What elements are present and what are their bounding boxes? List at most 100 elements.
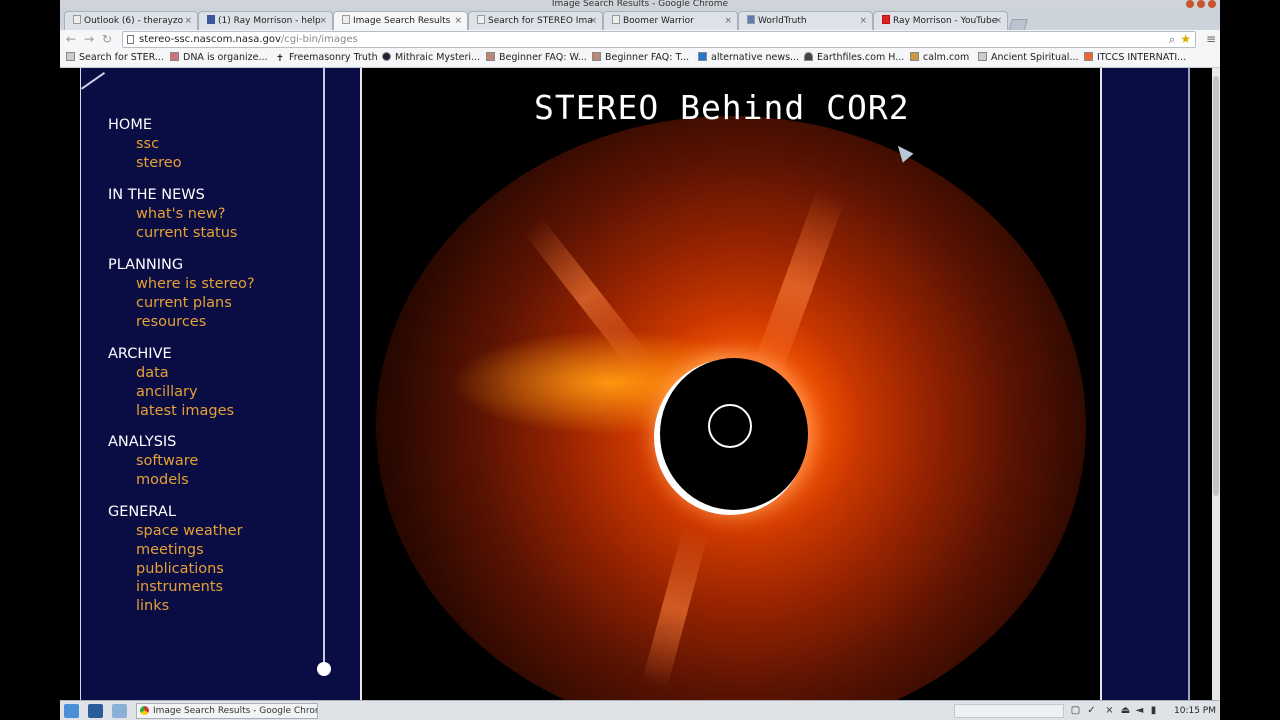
nav-heading-home[interactable]: HOME bbox=[108, 116, 182, 135]
taskbar-task-label: Image Search Results - Google Chrome bbox=[153, 706, 318, 716]
search-icon[interactable]: ⌕ bbox=[1169, 32, 1175, 47]
taskbar-chrome-window[interactable]: Image Search Results - Google Chrome bbox=[136, 703, 318, 719]
eject-icon[interactable]: ⏏ bbox=[1120, 705, 1131, 716]
bookmark-item[interactable]: Mithraic Mysteri... bbox=[382, 49, 480, 67]
tab-youtube[interactable]: Ray Morrison - YouTube × bbox=[873, 11, 1008, 30]
nav-link-links[interactable]: links bbox=[108, 597, 243, 616]
nav-link-where-is-stereo[interactable]: where is stereo? bbox=[108, 275, 255, 294]
tab-label: Image Search Results bbox=[353, 16, 451, 26]
nav-link-software[interactable]: software bbox=[108, 452, 198, 471]
scrollbar-thumb[interactable] bbox=[1213, 76, 1219, 496]
document-icon[interactable]: ▢ bbox=[1070, 705, 1081, 716]
tab-boomer-warrior[interactable]: Boomer Warrior × bbox=[603, 11, 738, 30]
tab-worldtruth[interactable]: WorldTruth × bbox=[738, 11, 873, 30]
start-menu-icon[interactable] bbox=[64, 704, 79, 718]
volume-icon[interactable]: ◄ bbox=[1134, 705, 1145, 716]
tab-search-stereo[interactable]: Search for STEREO Ima × bbox=[468, 11, 603, 30]
nav-section-home: HOME ssc stereo bbox=[108, 116, 182, 173]
bookmark-item[interactable]: Ancient Spiritual... bbox=[978, 49, 1079, 67]
outlook-favicon-icon bbox=[73, 15, 81, 24]
worldtruth-favicon-icon bbox=[747, 15, 755, 24]
nav-heading-archive: ARCHIVE bbox=[108, 346, 172, 362]
bookmark-item[interactable]: ITCCS INTERNATI... bbox=[1084, 49, 1186, 67]
nav-link-instruments[interactable]: instruments bbox=[108, 578, 243, 597]
tab-label: Ray Morrison - YouTube bbox=[893, 16, 998, 26]
nav-link-whats-new[interactable]: what's new? bbox=[108, 205, 237, 224]
back-arrow-icon[interactable]: ← bbox=[64, 32, 78, 46]
close-tab-icon[interactable]: × bbox=[319, 12, 327, 30]
show-desktop-icon[interactable] bbox=[88, 704, 103, 718]
tab-outlook[interactable]: Outlook (6) - therayzo × bbox=[64, 11, 198, 30]
nav-link-resources[interactable]: resources bbox=[108, 313, 255, 332]
browser-toolbar: ← → ↻ stereo-ssc.nascom.nasa.gov/cgi-bin… bbox=[60, 30, 1220, 49]
reload-icon[interactable]: ↻ bbox=[100, 32, 114, 46]
checkmark-icon[interactable]: ✓ bbox=[1086, 705, 1097, 716]
bookmark-label: DNA is organize... bbox=[183, 52, 268, 63]
chrome-icon bbox=[140, 706, 149, 715]
decorative-corner bbox=[81, 71, 106, 90]
bookmark-item[interactable]: ✝ Freemasonry Truth bbox=[276, 49, 378, 67]
page-favicon-icon bbox=[612, 15, 620, 24]
nav-link-meetings[interactable]: meetings bbox=[108, 541, 243, 560]
nav-section-archive: ARCHIVE data ancillary latest images bbox=[108, 345, 234, 420]
bookmark-star-icon[interactable]: ★ bbox=[1180, 32, 1191, 47]
nav-link-current-plans[interactable]: current plans bbox=[108, 294, 255, 313]
bookmark-item[interactable]: Beginner FAQ: T... bbox=[592, 49, 689, 67]
file-manager-icon[interactable] bbox=[112, 704, 127, 718]
site-navigation: HOME ssc stereo IN THE NEWS what's new? … bbox=[80, 68, 361, 700]
bookmark-item[interactable]: calm.com bbox=[910, 49, 969, 67]
bookmark-item[interactable]: alternative news... bbox=[698, 49, 799, 67]
os-taskbar: Image Search Results - Google Chrome ▢ ✓… bbox=[60, 700, 1220, 720]
minimize-button[interactable] bbox=[1186, 0, 1194, 8]
tab-label: WorldTruth bbox=[758, 16, 807, 26]
bookmark-label: Ancient Spiritual... bbox=[991, 52, 1079, 63]
clock[interactable]: 10:15 PM bbox=[1174, 701, 1216, 720]
decorative-line bbox=[323, 68, 325, 666]
bookmark-item[interactable]: Beginner FAQ: W... bbox=[486, 49, 587, 67]
nav-link-current-status[interactable]: current status bbox=[108, 224, 237, 243]
maximize-button[interactable] bbox=[1197, 0, 1205, 8]
nav-link-data[interactable]: data bbox=[108, 364, 234, 383]
close-window-button[interactable] bbox=[1208, 0, 1216, 8]
network-icon[interactable]: ⨯ bbox=[1104, 705, 1115, 716]
bookmark-item[interactable]: DNA is organize... bbox=[170, 49, 268, 67]
forward-arrow-icon[interactable]: → bbox=[82, 32, 96, 46]
earthfiles-icon bbox=[804, 52, 813, 61]
tab-facebook[interactable]: (1) Ray Morrison - help × bbox=[198, 11, 333, 30]
battery-icon[interactable]: ▮ bbox=[1148, 705, 1159, 716]
nav-link-space-weather[interactable]: space weather bbox=[108, 522, 243, 541]
nav-link-stereo[interactable]: stereo bbox=[108, 154, 182, 173]
bookmark-label: Earthfiles.com H... bbox=[817, 52, 905, 63]
bookmark-item[interactable]: Search for STER... bbox=[66, 49, 164, 67]
close-tab-icon[interactable]: × bbox=[184, 12, 192, 30]
menu-icon[interactable]: ≡ bbox=[1206, 32, 1216, 46]
tab-image-search-results[interactable]: Image Search Results × bbox=[333, 11, 468, 30]
nav-link-ancillary[interactable]: ancillary bbox=[108, 383, 234, 402]
close-tab-icon[interactable]: × bbox=[994, 12, 1002, 30]
nav-link-models[interactable]: models bbox=[108, 471, 198, 490]
nav-link-publications[interactable]: publications bbox=[108, 560, 243, 579]
address-bar[interactable]: stereo-ssc.nascom.nasa.gov/cgi-bin/image… bbox=[122, 31, 1196, 48]
nav-heading-general: GENERAL bbox=[108, 504, 176, 520]
tab-strip: Outlook (6) - therayzo × (1) Ray Morrison… bbox=[60, 8, 1220, 32]
workspace-switcher[interactable] bbox=[954, 704, 1064, 718]
right-panel bbox=[1102, 68, 1188, 700]
nav-link-ssc[interactable]: ssc bbox=[108, 135, 182, 154]
nav-section-analysis: ANALYSIS software models bbox=[108, 433, 198, 490]
close-tab-icon[interactable]: × bbox=[454, 12, 462, 30]
tab-label: Search for STEREO Ima bbox=[488, 16, 593, 26]
nav-heading-news: IN THE NEWS bbox=[108, 187, 205, 203]
close-tab-icon[interactable]: × bbox=[724, 12, 732, 30]
tab-label: Boomer Warrior bbox=[623, 16, 694, 26]
bookmark-item[interactable]: Earthfiles.com H... bbox=[804, 49, 904, 67]
coronagraph-image: STEREO Behind COR2 bbox=[362, 68, 1100, 700]
close-tab-icon[interactable]: × bbox=[859, 12, 867, 30]
page-info-icon bbox=[127, 35, 134, 44]
page-icon bbox=[66, 52, 75, 61]
decorative-dot bbox=[317, 662, 331, 676]
bookmarks-bar: Search for STER... DNA is organize... ✝ F… bbox=[60, 49, 1220, 68]
bookmark-label: ITCCS INTERNATI... bbox=[1097, 52, 1187, 63]
close-tab-icon[interactable]: × bbox=[589, 12, 597, 30]
browser-window: Image Search Results - Google Chrome Out… bbox=[60, 0, 1220, 720]
nav-link-latest-images[interactable]: latest images bbox=[108, 402, 234, 421]
